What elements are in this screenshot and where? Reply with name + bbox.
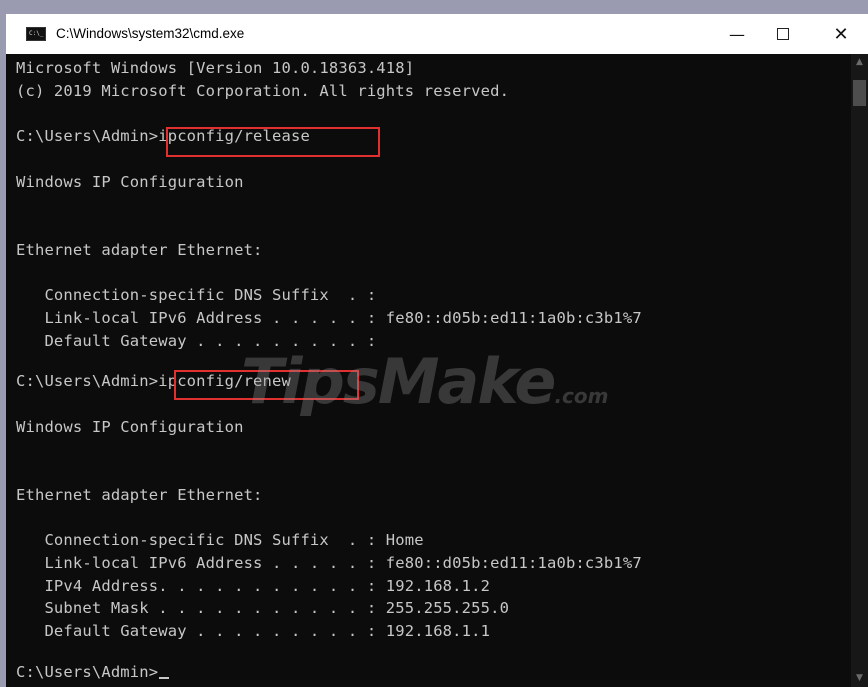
- console-output[interactable]: Microsoft Windows [Version 10.0.18363.41…: [6, 54, 851, 687]
- console-line: Windows IP Configuration: [16, 418, 244, 436]
- minimize-icon: —: [729, 24, 745, 44]
- console-line: (c) 2019 Microsoft Corporation. All righ…: [16, 82, 510, 100]
- prompt-text: C:\Users\Admin>: [16, 663, 159, 681]
- maximize-button[interactable]: [760, 14, 806, 54]
- scroll-down-icon[interactable]: ▼: [851, 670, 868, 687]
- close-icon: ✕: [833, 23, 849, 45]
- console-line: Link-local IPv6 Address . . . . . : fe80…: [16, 554, 642, 572]
- scroll-up-icon[interactable]: ▲: [851, 54, 868, 71]
- close-button[interactable]: ✕: [818, 14, 864, 54]
- console-line: Connection-specific DNS Suffix . :: [16, 286, 377, 304]
- maximize-icon: [777, 28, 789, 40]
- window-title: C:\Windows\system32\cmd.exe: [56, 26, 245, 41]
- prompt-line[interactable]: C:\Users\Admin>: [16, 662, 170, 682]
- console-line: Link-local IPv6 Address . . . . . : fe80…: [16, 309, 642, 327]
- release-command-highlight: [166, 127, 380, 157]
- console-line: Subnet Mask . . . . . . . . . . . : 255.…: [16, 599, 510, 617]
- title-bar[interactable]: C:\Windows\system32\cmd.exe — ✕: [6, 14, 868, 54]
- minimize-button[interactable]: —: [714, 14, 760, 54]
- console-line: IPv4 Address. . . . . . . . . . . : 192.…: [16, 577, 491, 595]
- console-line: Ethernet adapter Ethernet:: [16, 486, 263, 504]
- scroll-thumb[interactable]: [853, 80, 866, 106]
- console-line: Windows IP Configuration: [16, 173, 244, 191]
- vertical-scrollbar[interactable]: ▲ ▼: [851, 54, 868, 687]
- watermark-logo: TipsMake.com: [241, 345, 609, 418]
- console-line: Microsoft Windows [Version 10.0.18363.41…: [16, 59, 415, 77]
- text-cursor: [159, 677, 170, 679]
- cmd-app-icon: [26, 27, 46, 41]
- console-line: Ethernet adapter Ethernet:: [16, 241, 263, 259]
- console-line: Connection-specific DNS Suffix . : Home: [16, 531, 424, 549]
- console-line: Default Gateway . . . . . . . . . : 192.…: [16, 622, 491, 640]
- cmd-window: C:\Windows\system32\cmd.exe — ✕ Microsof…: [6, 14, 868, 687]
